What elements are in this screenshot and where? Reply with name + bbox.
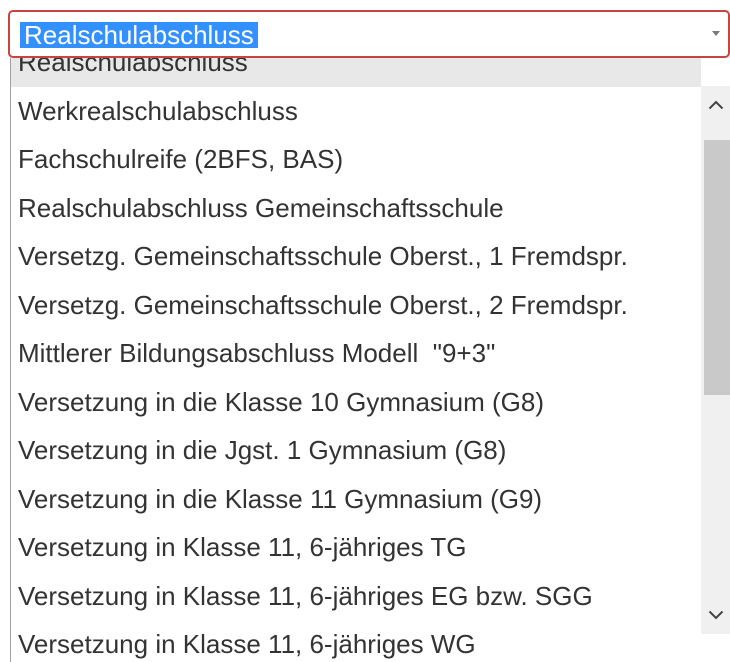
option-item[interactable]: Realschulabschluss Gemeinschaftsschule — [11, 184, 701, 233]
triangle-down-icon[interactable] — [712, 31, 720, 36]
option-item[interactable]: Versetzung in Klasse 11, 6-jähriges TG — [11, 523, 701, 572]
vertical-scrollbar[interactable] — [701, 86, 730, 634]
option-item[interactable]: Versetzung in die Klasse 10 Gymnasium (G… — [11, 378, 701, 427]
scroll-down-button[interactable] — [701, 596, 730, 634]
option-item[interactable]: Realschulabschluss — [11, 58, 701, 87]
option-item[interactable]: Versetzung in die Klasse 11 Gymnasium (G… — [11, 475, 701, 524]
chevron-down-icon — [708, 610, 723, 620]
dropdown-list: Realschulabschluss Werkrealschulabschlus… — [10, 58, 730, 662]
option-item[interactable]: Versetzg. Gemeinschaftsschule Oberst., 1… — [11, 232, 701, 281]
scroll-up-button[interactable] — [701, 86, 730, 124]
option-item[interactable]: Versetzung in Klasse 11, 6-jähriges WG — [11, 620, 701, 662]
option-item[interactable]: Mittlerer Bildungsabschluss Modell "9+3" — [11, 329, 701, 378]
option-item[interactable]: Versetzg. Gemeinschaftsschule Oberst., 2… — [11, 281, 701, 330]
select-value-selected-text[interactable]: Realschulabschluss — [20, 22, 258, 48]
option-item[interactable]: Versetzung in die Jgst. 1 Gymnasium (G8) — [11, 426, 701, 475]
option-item[interactable]: Fachschulreife (2BFS, BAS) — [11, 135, 701, 184]
scroll-thumb[interactable] — [704, 140, 730, 395]
chevron-up-icon — [708, 100, 723, 110]
options-list: Realschulabschluss Werkrealschulabschlus… — [11, 58, 701, 662]
page: Realschulabschluss Realschulabschluss We… — [0, 0, 730, 662]
option-item[interactable]: Versetzung in Klasse 11, 6-jähriges EG b… — [11, 572, 701, 621]
degree-select[interactable]: Realschulabschluss — [8, 10, 730, 58]
option-item[interactable]: Werkrealschulabschluss — [11, 87, 701, 136]
